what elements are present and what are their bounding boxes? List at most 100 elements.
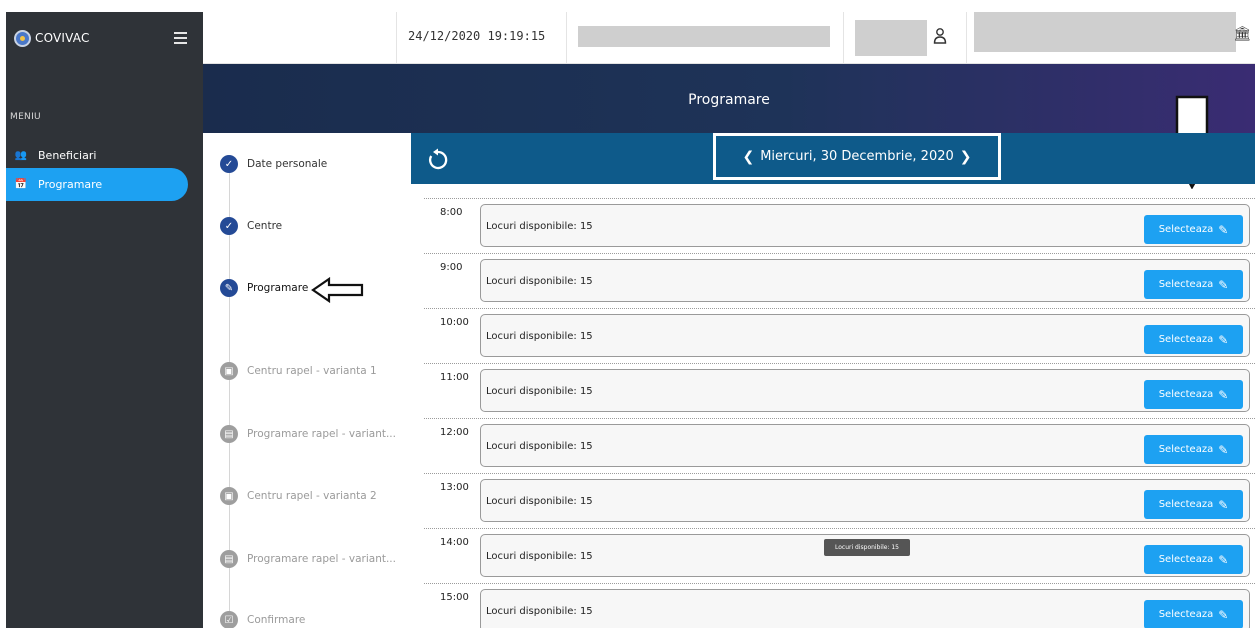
calendar-icon: ▤ bbox=[220, 425, 238, 443]
time-slot: 15:00 Locuri disponibile: 15 Selecteaza ✎ bbox=[424, 583, 1255, 628]
divider bbox=[966, 12, 967, 64]
step-label: Centru rapel - varianta 2 bbox=[247, 490, 377, 502]
chevron-left-icon[interactable]: ❮ bbox=[736, 149, 760, 165]
users-icon: 👥 bbox=[14, 150, 28, 161]
current-datetime: 24/12/2020 19:19:15 bbox=[408, 29, 546, 43]
step-programare[interactable]: ✎ Programare bbox=[220, 277, 308, 299]
button-label: Selecteaza bbox=[1158, 279, 1214, 290]
check-icon: ✓ bbox=[220, 155, 238, 173]
pencil-icon: ✎ bbox=[1218, 387, 1229, 402]
button-label: Selecteaza bbox=[1158, 389, 1214, 400]
step-label: Programare rapel - variant... bbox=[247, 428, 396, 440]
slot-availability: Locuri disponibile: 15 bbox=[486, 606, 593, 617]
step-label: Date personale bbox=[247, 158, 328, 170]
select-slot-button[interactable]: Selecteaza ✎ bbox=[1144, 380, 1243, 409]
step-confirmare[interactable]: ☑ Confirmare bbox=[220, 609, 305, 628]
slot-availability: Locuri disponibile: 15 bbox=[486, 551, 593, 562]
redacted-field bbox=[578, 26, 830, 47]
step-label: Centru rapel - varianta 1 bbox=[247, 365, 377, 377]
time-slots-list: 8:00 Locuri disponibile: 15 Selecteaza ✎ … bbox=[424, 198, 1255, 628]
time-slot: 13:00 Locuri disponibile: 15 Selecteaza ✎ bbox=[424, 473, 1255, 528]
covivac-logo-icon bbox=[14, 29, 31, 47]
button-label: Selecteaza bbox=[1158, 444, 1214, 455]
chevron-right-icon[interactable]: ❯ bbox=[954, 149, 978, 165]
step-date-personale[interactable]: ✓ Date personale bbox=[220, 153, 327, 175]
step-label: Programare bbox=[247, 282, 309, 294]
select-slot-button[interactable]: Selecteaza ✎ bbox=[1144, 600, 1243, 628]
hamburger-menu-icon[interactable] bbox=[174, 32, 187, 44]
page-title: Programare bbox=[688, 92, 770, 108]
time-slot: 8:00 Locuri disponibile: 15 Selecteaza ✎ bbox=[424, 198, 1255, 253]
step-centru-rapel-2[interactable]: ▣ Centru rapel - varianta 2 bbox=[220, 485, 377, 507]
redacted-username bbox=[855, 20, 927, 56]
steps-panel: ✓ Date personale ✓ Centre ✎ Programare ▣… bbox=[203, 133, 411, 628]
time-slot: 10:00 Locuri disponibile: 15 Selecteaza ✎ bbox=[424, 308, 1255, 363]
check-icon: ✓ bbox=[220, 217, 238, 235]
slot-availability: Locuri disponibile: 15 bbox=[486, 441, 593, 452]
select-slot-button[interactable]: Selecteaza ✎ bbox=[1144, 270, 1243, 299]
select-slot-button[interactable]: Selecteaza ✎ bbox=[1144, 435, 1243, 464]
select-slot-button[interactable]: Selecteaza ✎ bbox=[1144, 490, 1243, 519]
checkbox-icon: ☑ bbox=[220, 611, 238, 628]
slot-time: 8:00 bbox=[440, 207, 463, 218]
slot-card: Locuri disponibile: 15 Selecteaza ✎ bbox=[480, 259, 1250, 302]
building-icon: ▣ bbox=[220, 487, 238, 505]
step-programare-rapel-1[interactable]: ▤ Programare rapel - variant... bbox=[220, 423, 396, 445]
select-slot-button[interactable]: Selecteaza ✎ bbox=[1144, 215, 1243, 244]
pencil-icon: ✎ bbox=[1218, 552, 1229, 567]
pencil-icon: ✎ bbox=[1218, 497, 1229, 512]
slot-availability: Locuri disponibile: 15 bbox=[486, 276, 593, 287]
step-label: Confirmare bbox=[247, 614, 306, 626]
availability-tooltip: Locuri disponibile: 15 bbox=[824, 539, 910, 556]
slot-card: Locuri disponibile: 15 Selecteaza ✎ bbox=[480, 314, 1250, 357]
pencil-icon: ✎ bbox=[1218, 442, 1229, 457]
page-header-band: Programare bbox=[203, 64, 1255, 133]
sidebar-item-label: Beneficiari bbox=[38, 149, 97, 162]
divider bbox=[843, 12, 844, 64]
arrow-left-icon bbox=[311, 277, 364, 303]
slot-time: 11:00 bbox=[440, 372, 469, 383]
sidebar-item-label: Programare bbox=[38, 178, 103, 191]
calendar-icon: ▤ bbox=[220, 550, 238, 568]
slot-time: 10:00 bbox=[440, 317, 469, 328]
sidebar: COVIVAC MENIU 👥 Beneficiari 📅 Programare bbox=[6, 12, 203, 628]
divider bbox=[396, 12, 397, 64]
step-label: Centre bbox=[247, 220, 283, 232]
date-navigation-bar: ❮ Miercuri, 30 Decembrie, 2020 ❯ bbox=[411, 133, 1255, 184]
redacted-institution bbox=[974, 12, 1236, 52]
slot-availability: Locuri disponibile: 15 bbox=[486, 331, 593, 342]
step-centru-rapel-1[interactable]: ▣ Centru rapel - varianta 1 bbox=[220, 360, 377, 382]
menu-title: MENIU bbox=[10, 112, 41, 122]
button-label: Selecteaza bbox=[1158, 499, 1214, 510]
slot-card: Locuri disponibile: 15 Selecteaza ✎ bbox=[480, 369, 1250, 412]
time-slot: 12:00 Locuri disponibile: 15 Selecteaza ✎ bbox=[424, 418, 1255, 473]
date-selector: ❮ Miercuri, 30 Decembrie, 2020 ❯ bbox=[713, 133, 1001, 180]
slot-time: 14:00 bbox=[440, 537, 469, 548]
slot-card: Locuri disponibile: 15 Selecteaza ✎ bbox=[480, 204, 1250, 247]
step-programare-rapel-2[interactable]: ▤ Programare rapel - variant... bbox=[220, 548, 396, 570]
refresh-icon[interactable] bbox=[427, 148, 449, 170]
slot-card: Locuri disponibile: 15 Selecteaza ✎ bbox=[480, 424, 1250, 467]
building-icon: ▣ bbox=[220, 362, 238, 380]
user-icon[interactable] bbox=[933, 27, 947, 45]
slot-availability: Locuri disponibile: 15 bbox=[486, 221, 593, 232]
pencil-icon: ✎ bbox=[1218, 277, 1229, 292]
institution-icon[interactable]: 🏛 bbox=[1233, 26, 1251, 42]
slot-time: 9:00 bbox=[440, 262, 463, 273]
app-window: COVIVAC MENIU 👥 Beneficiari 📅 Programare… bbox=[0, 0, 1255, 628]
calendar-icon: 📅 bbox=[14, 179, 28, 190]
slot-card: Locuri disponibile: 15 Selecteaza ✎ bbox=[480, 589, 1250, 628]
slot-availability: Locuri disponibile: 15 bbox=[486, 496, 593, 507]
slot-time: 12:00 bbox=[440, 427, 469, 438]
selected-date: Miercuri, 30 Decembrie, 2020 bbox=[760, 149, 954, 164]
select-slot-button[interactable]: Selecteaza ✎ bbox=[1144, 325, 1243, 354]
button-label: Selecteaza bbox=[1158, 334, 1214, 345]
top-bar: 24/12/2020 19:19:15 🏛 bbox=[203, 12, 1255, 64]
select-slot-button[interactable]: Selecteaza ✎ bbox=[1144, 545, 1243, 574]
step-centre[interactable]: ✓ Centre bbox=[220, 215, 282, 237]
slot-time: 13:00 bbox=[440, 482, 469, 493]
app-name: COVIVAC bbox=[35, 31, 90, 45]
pencil-icon: ✎ bbox=[220, 279, 238, 297]
sidebar-item-programare[interactable]: 📅 Programare bbox=[6, 168, 188, 201]
pencil-icon: ✎ bbox=[1218, 332, 1229, 347]
